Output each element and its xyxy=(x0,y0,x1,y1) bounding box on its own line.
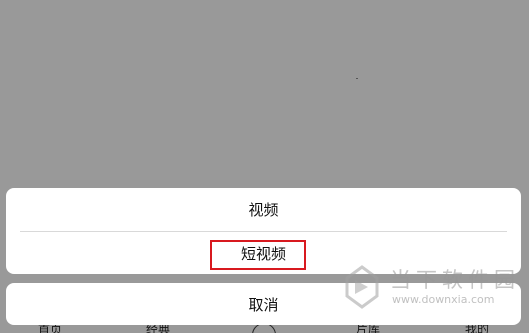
option-video[interactable]: 视频 xyxy=(6,188,521,231)
highlight-box xyxy=(210,240,306,270)
cancel-button[interactable]: 取消 xyxy=(6,283,521,325)
app-screen: 首页 经典 片库 我的 视频 短视频 取消 当下软件园 www.downxia.… xyxy=(0,0,529,333)
dust-speck xyxy=(356,78,358,79)
